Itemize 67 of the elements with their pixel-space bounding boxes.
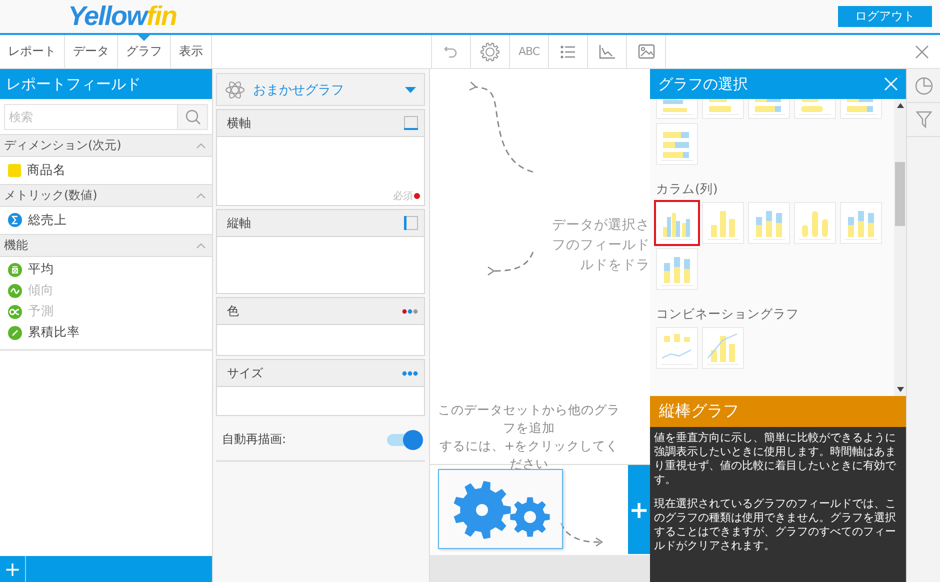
search-icon (184, 109, 200, 125)
scrollbar[interactable] (894, 99, 906, 396)
add-chart-hint: このデータセットから他のグラフを追加 するには、+をクリックしてください (437, 401, 621, 473)
drop-zone[interactable]: 色 (216, 297, 425, 356)
section-header[interactable]: メトリック(数値) (0, 184, 212, 207)
close-icon (915, 44, 929, 58)
tab[interactable]: レポート (0, 35, 65, 68)
group-title: コンビネーショングラフ (656, 306, 800, 323)
dots-icon (402, 308, 418, 314)
close-button[interactable] (884, 77, 898, 91)
close-icon (884, 77, 898, 91)
panel-title: レポートフィールド (0, 69, 212, 99)
section-title: ディメンション(次元) (4, 137, 122, 154)
required-label: 必須 (393, 190, 413, 203)
curved-arrow (487, 252, 534, 276)
y-axis-icon (404, 216, 418, 230)
search-field[interactable]: 検索 (4, 104, 178, 130)
undo-icon (443, 44, 459, 60)
dropdown-arrow-icon (405, 86, 416, 92)
logo: Yellowfin (68, 1, 177, 32)
dimension-icon (8, 164, 21, 176)
drop-zone[interactable]: サイズ (216, 359, 425, 416)
atom-icon (225, 80, 245, 100)
section-title: メトリック(数値) (4, 187, 98, 204)
field-item[interactable]: 累積比率 (28, 324, 80, 341)
forecast-icon (8, 304, 22, 318)
drop-hint: データが選択さ フのフィールド ルドをドラ (551, 216, 650, 275)
chart-thumbnail[interactable] (438, 469, 563, 549)
group-title: カラム(列) (656, 181, 719, 198)
zone-label: 横軸 (227, 114, 251, 132)
field-item[interactable]: 平均 (28, 261, 54, 278)
field-item[interactable]: 総売上 (28, 212, 67, 228)
section-title: 機能 (4, 237, 28, 254)
toggle-label: 自動再描画: (222, 431, 286, 448)
dots-icon (402, 370, 418, 376)
panel-title: グラフの選択 (658, 74, 748, 94)
zone-label: 色 (227, 302, 239, 320)
trend-icon (8, 284, 22, 298)
section-header[interactable]: 機能 (0, 234, 212, 257)
chart-type-title: 縦棒グラフ (650, 396, 906, 427)
x-axis-icon (404, 116, 418, 130)
scroll-thumb[interactable] (895, 162, 905, 226)
tab[interactable]: データ (65, 35, 118, 68)
line-chart-icon (598, 44, 616, 60)
average-icon (8, 262, 22, 276)
drop-zone[interactable]: 横軸 必須 (216, 109, 425, 206)
cumulative-icon (8, 326, 22, 340)
curved-arrow (559, 521, 605, 549)
tab[interactable]: 表示 (171, 35, 212, 68)
list-icon (560, 44, 576, 58)
description-text: 値を垂直方向に示し、簡単に比較ができるように強調表示したいときに使用します。時間軸はあまり重視せず、値の比較に着目したいときに有効です。 (654, 431, 898, 487)
settings-icon (480, 42, 500, 62)
zone-label: サイズ (227, 364, 263, 382)
scroll-up-icon[interactable] (896, 103, 904, 108)
zone-label: 縦軸 (227, 214, 251, 232)
pie-chart-icon (914, 76, 932, 94)
field-item[interactable]: 商品名 (27, 162, 66, 178)
description-text: 現在選択されているグラフのフィールドでは、このグラフの種類は使用できません。グラフを選択することはできますが、グラフのすべてのフィールドがクリアされます。 (654, 497, 897, 553)
sum-icon (8, 213, 22, 227)
scroll-down-icon[interactable] (896, 387, 904, 392)
chart-type-option[interactable] (654, 200, 700, 246)
tab[interactable]: グラフ (118, 35, 171, 68)
filter-icon (916, 110, 932, 128)
drop-zone[interactable]: 縦軸 (216, 209, 425, 294)
image-icon (638, 44, 654, 59)
search-button[interactable] (178, 104, 208, 130)
section-header[interactable]: ディメンション(次元) (0, 134, 212, 157)
